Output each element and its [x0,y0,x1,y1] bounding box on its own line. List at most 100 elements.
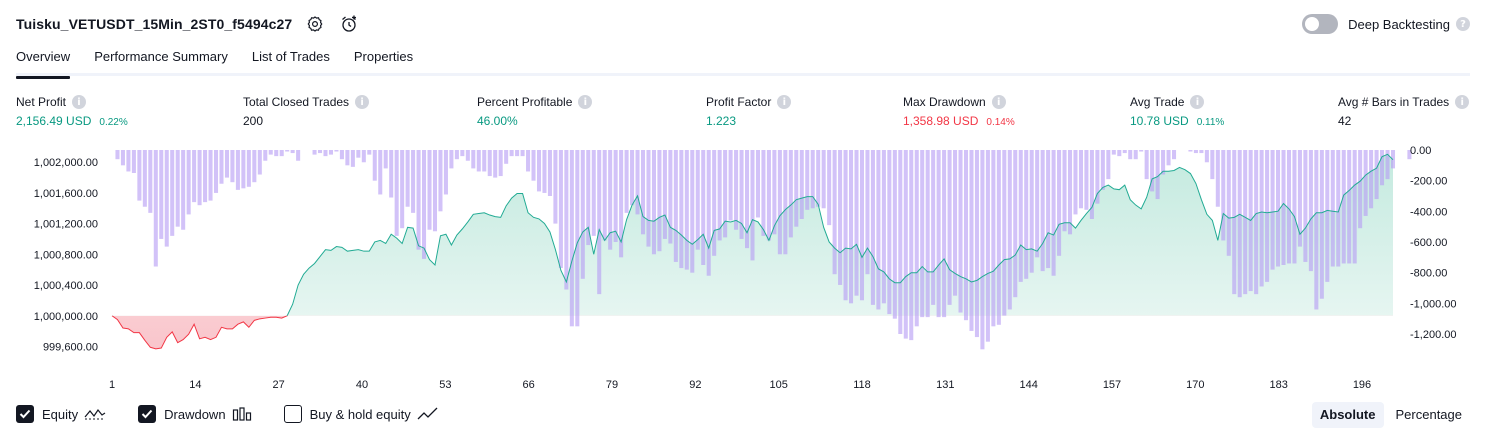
y-left-tick-label: 1,000,400.00 [34,280,98,292]
drawdown-bar [750,150,755,261]
legend-equity[interactable]: Equity [16,405,106,423]
tab-performance-summary[interactable]: Performance Summary [94,44,228,76]
legend-drawdown[interactable]: Drawdown [138,405,251,423]
drawdown-bar [515,150,520,157]
checkbox-equity[interactable] [16,405,34,423]
checkbox-buy-hold[interactable] [283,405,302,423]
metric-avg-bars-in-trades: Avg # Bars in Trades i 42 [1338,94,1470,130]
drawdown-bar [120,150,125,166]
drawdown-bar [1199,150,1204,154]
metric-total-closed-trades: Total Closed Trades i 200 [243,94,370,130]
tab-properties[interactable]: Properties [354,44,413,76]
gear-icon[interactable] [304,13,326,35]
info-icon[interactable]: i [1455,95,1470,109]
drawdown-bar [1188,150,1193,152]
drawdown-bar [903,150,908,339]
y-left-tick-label: 1,002,000.00 [34,157,98,169]
x-tick-label: 118 [853,379,871,391]
metric-net-profit: Net Profit i 2,156.49 USD 0.22% [16,94,128,130]
help-icon[interactable]: ? [1456,17,1470,31]
checkbox-drawdown[interactable] [138,405,157,423]
tab-list-of-trades[interactable]: List of Trades [252,44,330,76]
metric-value: 10.78 USD [1130,114,1189,128]
add-alert-icon[interactable] [338,13,360,35]
drawdown-bar [285,150,290,152]
drawdown-bar [547,150,552,196]
drawdown-bar [755,150,760,218]
drawdown-bar [263,150,268,161]
drawdown-bar [131,150,136,173]
deep-backtesting-toggle[interactable] [1302,14,1339,34]
drawdown-bar [471,150,476,169]
drawdown-bar [569,150,574,327]
drawdown-bar [1062,150,1067,232]
legend-drawdown-label: Drawdown [164,406,226,422]
absolute-button[interactable]: Absolute [1311,402,1384,428]
x-tick-label: 105 [769,379,787,391]
drawdown-bar [454,150,459,160]
metric-value: 46.00% [477,114,518,128]
drawdown-bar [1204,150,1209,163]
info-icon[interactable]: i [991,95,1006,109]
drawdown-bar [536,150,542,192]
info-icon[interactable]: i [578,95,593,109]
y-right-tick-label: -1,200.00 [1410,329,1456,341]
x-tick-label: 183 [1269,379,1287,391]
drawdown-bar [958,150,963,313]
drawdown-bar [1292,150,1297,264]
drawdown-bar [1040,150,1045,272]
metric-percent-profitable: Percent Profitable i 46.00% [477,94,593,130]
drawdown-bar [1051,150,1056,276]
trend-line-icon [417,407,439,421]
metric-label: Avg # Bars in Trades [1338,95,1450,109]
drawdown-bar [268,150,273,155]
drawdown-bar [1270,150,1275,270]
drawdown-bar [482,150,487,172]
legend-buy-hold[interactable]: Buy & hold equity [283,405,439,423]
drawdown-bar [1259,150,1264,287]
drawdown-bar [1215,150,1220,207]
drawdown-bar [339,150,344,160]
drawdown-bar [153,150,158,267]
x-tick-label: 1 [109,379,115,391]
drawdown-bar [542,150,547,193]
percentage-button[interactable]: Percentage [1388,402,1471,428]
drawdown-bar [805,150,810,210]
drawdown-bar [526,150,531,172]
drawdown-bar [624,150,629,213]
drawdown-bar [788,150,793,238]
drawdown-bar [224,150,229,178]
drawdown-bar [328,150,333,155]
info-icon[interactable]: i [355,95,370,109]
drawdown-bar [602,150,607,241]
drawdown-bar [985,150,990,342]
drawdown-bar [887,150,892,315]
metric-label: Avg Trade [1130,95,1185,109]
info-icon[interactable]: i [72,95,87,109]
bar-chart-icon [232,407,252,421]
drawdown-bar [821,150,826,209]
drawdown-bar [876,150,881,310]
drawdown-bar [411,150,416,213]
drawdown-bar [553,150,558,224]
y-left-tick-label: 1,000,000.00 [34,311,98,323]
drawdown-bar [400,150,405,229]
tab-overview[interactable]: Overview [16,44,71,79]
info-icon[interactable]: i [1190,95,1205,109]
drawdown-bar [1117,150,1122,157]
drawdown-bar [1358,150,1363,229]
metric-value: 1,358.98 USD [903,114,979,128]
drawdown-bar [1128,150,1133,160]
equity-drawdown-chart[interactable]: 1,002,000.00 1,001,600.00 1,001,200.00 1,00… [0,140,1486,392]
drawdown-bar [613,150,618,242]
drawdown-bar [1210,150,1215,180]
drawdown-bar [476,150,481,172]
drawdown-bar [838,150,843,285]
drawdown-bar [181,150,186,230]
drawdown-bar [219,150,224,184]
drawdown-bar [1325,150,1330,282]
y-axis-left: 1,002,000.00 1,001,600.00 1,001,200.00 1,00… [34,157,98,354]
drawdown-bar [701,150,706,265]
info-icon[interactable]: i [777,95,792,109]
drawdown-bar [657,150,662,252]
